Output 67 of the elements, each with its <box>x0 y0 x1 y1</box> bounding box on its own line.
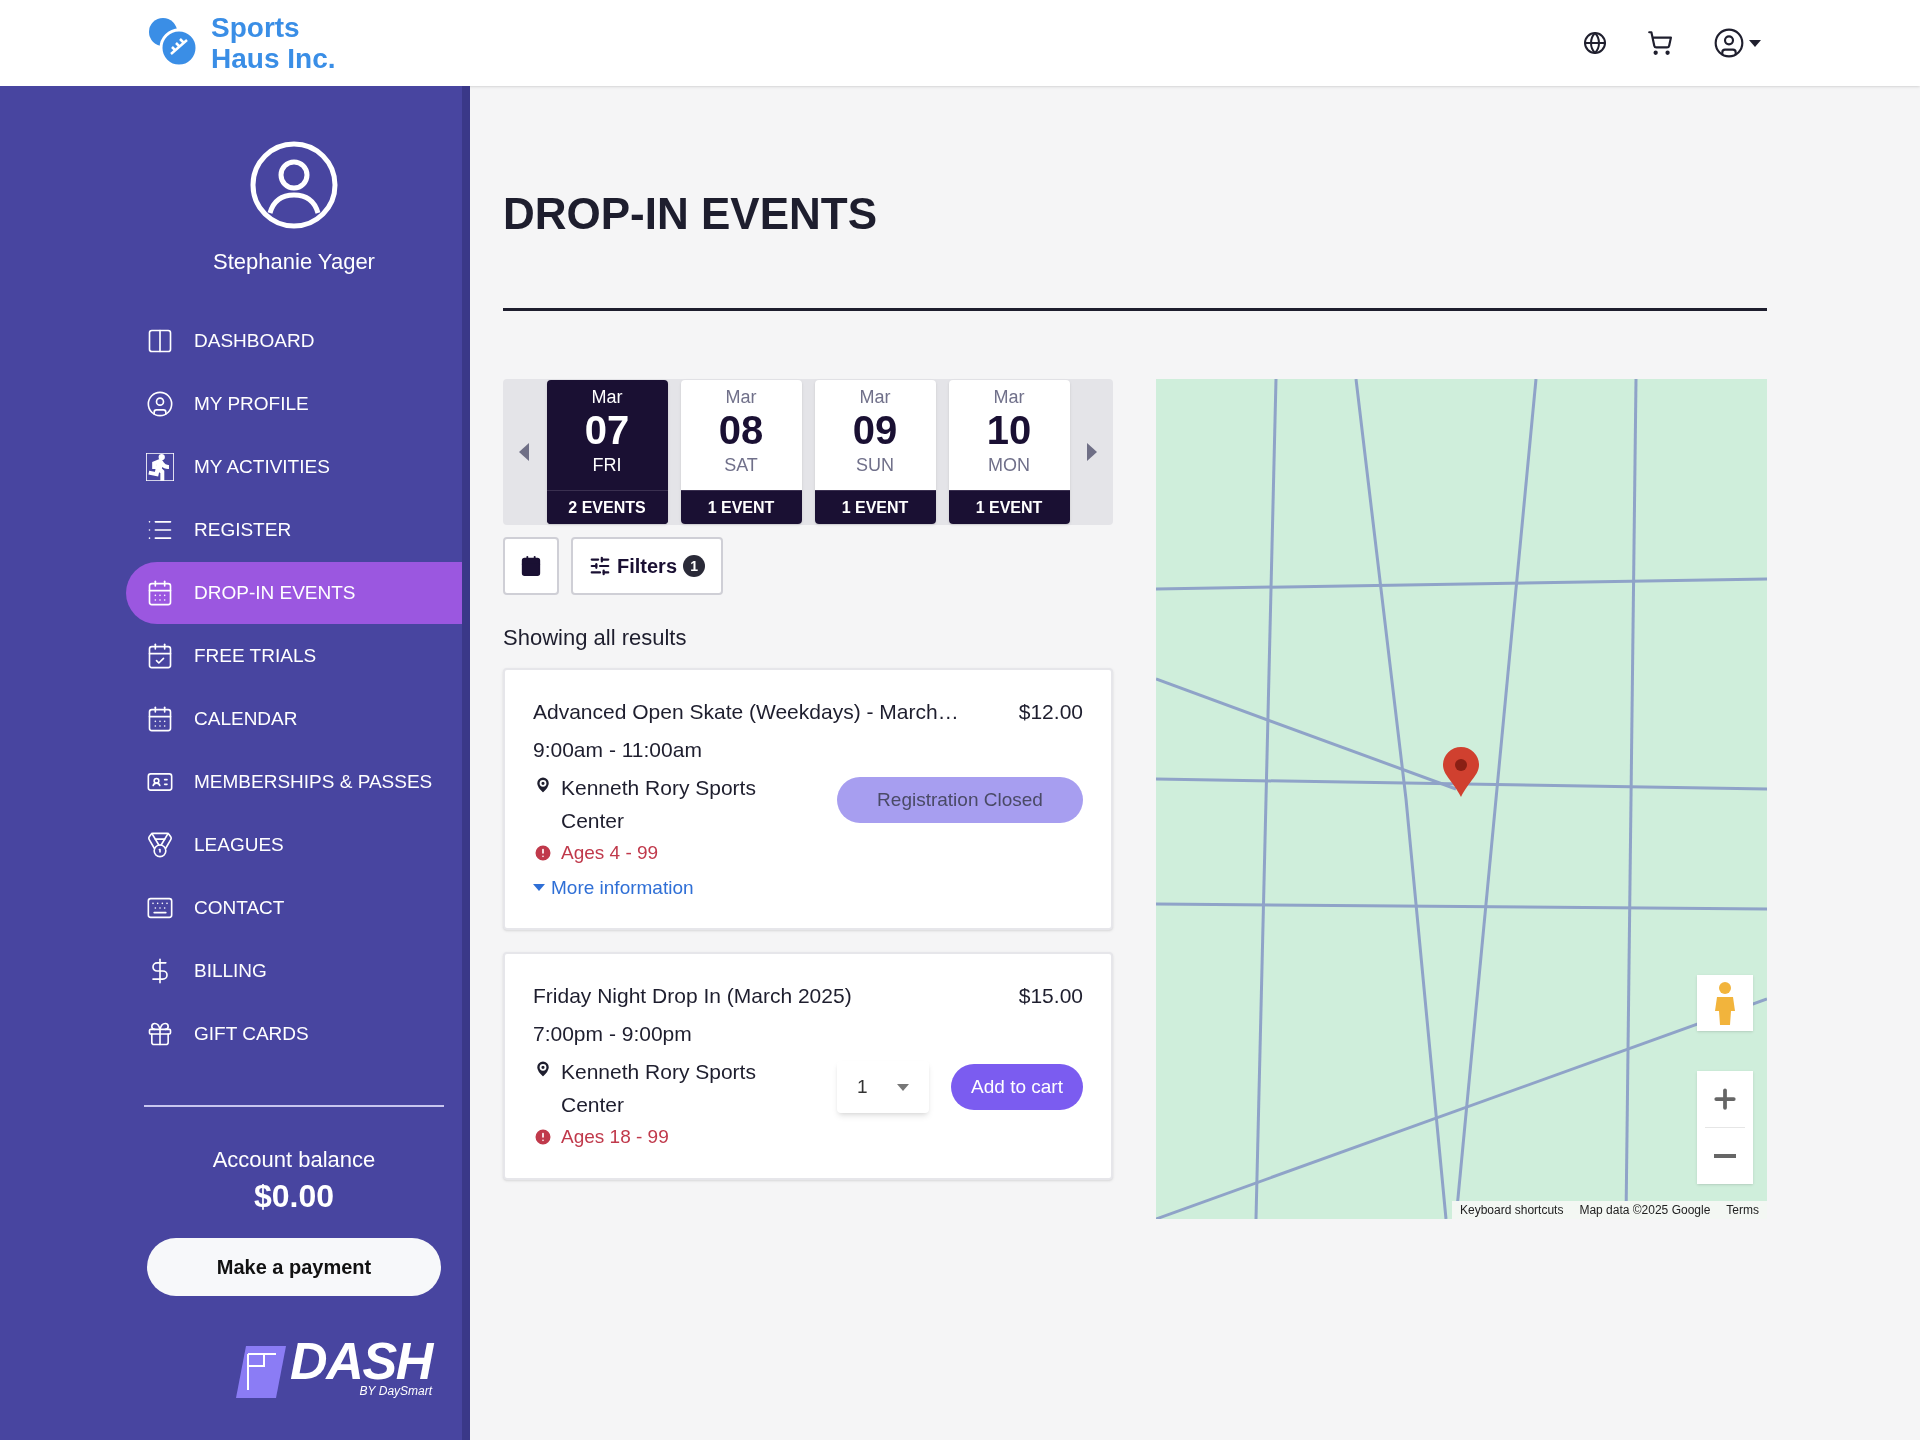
event-venue: Kenneth Rory Sports Center <box>560 1059 757 1118</box>
results-summary: Showing all results <box>503 624 688 652</box>
sidebar-nav-item[interactable]: MY ACTIVITIES <box>126 436 462 498</box>
calendar-button[interactable] <box>503 537 559 595</box>
gift-icon <box>146 1020 174 1048</box>
balance-amount: $0.00 <box>253 1177 335 1216</box>
running-person-icon <box>146 453 174 481</box>
dash-wordmark: DASH <box>289 1338 433 1384</box>
balance-label: Account balance <box>212 1146 376 1174</box>
add-to-cart-button[interactable]: Add to cart <box>951 1064 1083 1110</box>
alert-icon <box>533 1127 553 1148</box>
page-title: DROP-IN EVENTS <box>503 188 879 240</box>
brand-name: Sports Haus Inc. <box>211 12 337 74</box>
sidebar-nav-item[interactable]: CALENDAR <box>126 688 462 750</box>
sidebar-nav-item[interactable]: REGISTER <box>126 499 462 561</box>
medal-icon <box>146 831 174 859</box>
event-venue: Kenneth Rory Sports Center <box>560 775 757 834</box>
date-tab[interactable]: Mar 09 SUN 1 EVENT <box>814 380 936 524</box>
calendar-icon <box>520 555 542 577</box>
pegman-icon <box>1713 981 1737 1025</box>
calendar-check-icon <box>146 642 174 670</box>
sidebar-nav-item[interactable]: BILLING <box>126 940 462 1002</box>
field-logo-icon <box>235 1346 286 1398</box>
event-time: 7:00pm - 9:00pm <box>533 1020 693 1047</box>
sidebar-nav-item[interactable]: DROP-IN EVENTS <box>126 562 462 624</box>
event-price: $15.00 <box>1018 983 1083 1009</box>
daysmart-byline: BY DaySmart <box>359 1384 433 1398</box>
age-range: Ages 4 - 99 <box>561 841 659 865</box>
sidebar-nav-item[interactable]: FREE TRIALS <box>126 625 462 687</box>
make-payment-button[interactable]: Make a payment <box>147 1238 441 1296</box>
columns-icon <box>146 327 174 355</box>
more-information-link[interactable]: More information <box>533 873 823 902</box>
sidebar-nav-item[interactable]: LEAGUES <box>126 814 462 876</box>
caret-icon <box>1749 39 1761 47</box>
sidebar-nav-item[interactable]: GIFT CARDS <box>126 1003 462 1065</box>
event-title: Friday Night Drop In (March 2025) <box>533 983 852 1009</box>
sidebar-nav-item[interactable]: CONTACT <box>126 877 462 939</box>
event-time: 9:00am - 11:00am <box>533 736 703 763</box>
caret-icon <box>533 884 545 892</box>
quantity-select[interactable]: 1 <box>837 1061 929 1113</box>
minus-icon <box>1714 1154 1736 1158</box>
map-marker-icon <box>1443 747 1479 797</box>
map-attribution-link[interactable]: Terms <box>1726 1201 1759 1219</box>
left-arrow-icon <box>519 443 529 461</box>
dropdown-caret-icon <box>897 1083 909 1091</box>
user-avatar-icon <box>250 141 338 229</box>
sidebar-nav-item[interactable]: MY PROFILE <box>126 373 462 435</box>
filter-count-badge: 1 <box>683 555 706 577</box>
date-tab[interactable]: Mar 10 MON 1 EVENT <box>948 380 1070 524</box>
date-tab[interactable]: Mar 08 SAT 1 EVENT <box>680 380 802 524</box>
calendar-icon <box>146 579 174 607</box>
right-arrow-icon <box>1087 443 1097 461</box>
sidebar-nav-item[interactable]: MEMBERSHIPS & PASSES <box>126 751 462 813</box>
map-attribution-link[interactable]: Keyboard shortcuts <box>1460 1201 1564 1219</box>
alert-icon <box>533 843 553 864</box>
user-name: Stephanie Yager <box>213 248 375 276</box>
map-attribution-link[interactable]: Map data ©2025 Google <box>1579 1201 1711 1219</box>
filters-button[interactable]: Filters 1 <box>571 537 724 595</box>
age-range: Ages 18 - 99 <box>561 1125 669 1149</box>
sliders-icon <box>589 555 611 577</box>
calendar-icon <box>146 705 174 733</box>
event-price: $12.00 <box>1018 699 1083 725</box>
event-title: Advanced Open Skate (Weekdays) - March… <box>533 699 959 725</box>
sidebar-nav-item[interactable]: DASHBOARD <box>126 310 462 372</box>
user-circle-icon <box>146 390 174 418</box>
date-tab[interactable]: Mar 07 FRI 2 EVENTS <box>546 380 668 524</box>
registration-closed-button[interactable]: Registration Closed <box>837 777 1083 823</box>
